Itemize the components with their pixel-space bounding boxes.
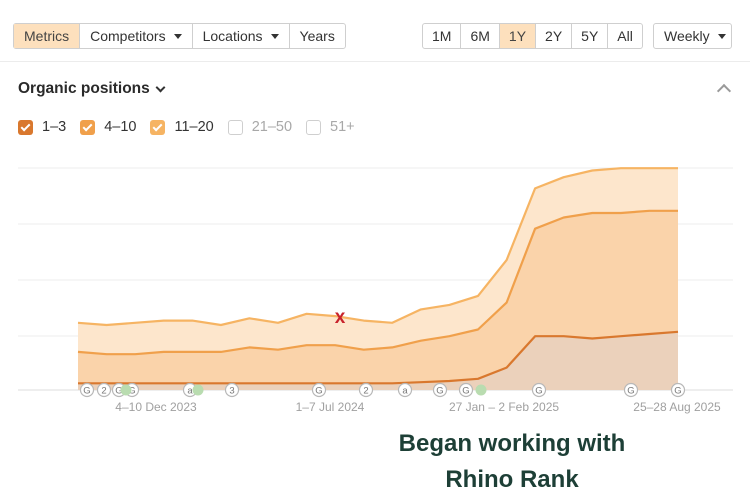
range-2y[interactable]: 2Y bbox=[536, 24, 573, 48]
checkbox-checked-icon[interactable] bbox=[80, 119, 96, 135]
event-marker-label: G bbox=[674, 386, 681, 397]
range-label: All bbox=[617, 28, 633, 44]
section-title-text: Organic positions bbox=[18, 80, 150, 97]
toolbar: Metrics Competitors Locations Years 1M 6… bbox=[0, 0, 750, 62]
legend-label: 21–50 bbox=[251, 119, 293, 135]
checkbox-checked-icon[interactable] bbox=[150, 119, 166, 135]
event-marker-label: 2 bbox=[101, 386, 106, 397]
range-label: 2Y bbox=[545, 28, 563, 44]
event-marker-label: G bbox=[315, 386, 322, 397]
view-tabs: Metrics Competitors Locations Years bbox=[13, 23, 346, 49]
legend-label: 4–10 bbox=[104, 119, 137, 135]
interval-select[interactable]: Weekly bbox=[653, 23, 732, 49]
range-all[interactable]: All bbox=[608, 24, 642, 48]
legend-item-51-plus[interactable]: 51+ bbox=[306, 119, 355, 135]
event-marker-label: G bbox=[436, 386, 443, 397]
annotation-line-1: Began working with bbox=[398, 430, 626, 457]
event-marker-label: G bbox=[535, 386, 542, 397]
x-tick-label: 27 Jan – 2 Feb 2025 bbox=[449, 400, 559, 414]
legend-item-4-10[interactable]: 4–10 bbox=[80, 119, 136, 135]
annotation-callout: Began working with Rhino Rank bbox=[382, 426, 642, 498]
event-marker-label: 2 bbox=[363, 386, 368, 397]
x-tick-label: 25–28 Aug 2025 bbox=[633, 400, 721, 414]
range-label: 5Y bbox=[581, 28, 599, 44]
legend: 1–3 4–10 11–20 21–50 51+ bbox=[18, 119, 355, 135]
legend-label: 11–20 bbox=[174, 119, 214, 135]
x-tick-label: 4–10 Dec 2023 bbox=[115, 400, 197, 414]
checkbox-unchecked-icon[interactable] bbox=[306, 119, 322, 135]
legend-item-1-3[interactable]: 1–3 bbox=[18, 119, 66, 135]
section-title[interactable]: Organic positions bbox=[18, 80, 166, 98]
legend-label: 1–3 bbox=[42, 119, 67, 135]
caret-down-icon bbox=[270, 33, 279, 39]
event-marker-label: G bbox=[627, 386, 634, 397]
tab-locations[interactable]: Locations bbox=[193, 24, 290, 48]
interval-label: Weekly bbox=[664, 28, 710, 44]
event-marker-label: G bbox=[462, 386, 469, 397]
event-marker-label: G bbox=[83, 386, 90, 397]
range-label: 1M bbox=[432, 28, 452, 44]
organic-positions-chart: G2GGa3G2aGGGGG 4–10 Dec 2023 1–7 Jul 2024… bbox=[18, 167, 733, 414]
tab-years[interactable]: Years bbox=[290, 24, 345, 48]
tab-competitors[interactable]: Competitors bbox=[80, 24, 193, 48]
caret-down-icon bbox=[173, 33, 182, 39]
chevron-down-icon bbox=[155, 82, 166, 92]
tab-label: Locations bbox=[202, 28, 263, 44]
highlight-x-icon: x bbox=[335, 307, 346, 328]
checkbox-checked-icon[interactable] bbox=[18, 119, 33, 135]
tab-label: Competitors bbox=[90, 28, 166, 44]
range-6m[interactable]: 6M bbox=[461, 24, 500, 48]
range-tabs: 1M 6M 1Y 2Y 5Y All bbox=[422, 23, 643, 49]
event-dot bbox=[192, 384, 204, 396]
legend-label: 51+ bbox=[330, 119, 355, 135]
x-tick-label: 1–7 Jul 2024 bbox=[296, 400, 365, 414]
legend-item-21-50[interactable]: 21–50 bbox=[227, 119, 293, 135]
event-marker-label: a bbox=[187, 386, 193, 397]
range-1m[interactable]: 1M bbox=[423, 24, 462, 48]
event-dot bbox=[475, 384, 487, 396]
annotation-line-2: Rhino Rank bbox=[445, 466, 579, 493]
range-label: 1Y bbox=[508, 28, 527, 44]
range-1y[interactable]: 1Y bbox=[499, 24, 537, 48]
range-label: 6M bbox=[470, 28, 490, 44]
legend-item-11-20[interactable]: 11–20 bbox=[150, 119, 214, 135]
event-dot bbox=[120, 384, 132, 396]
range-5y[interactable]: 5Y bbox=[572, 24, 609, 48]
tab-metrics[interactable]: Metrics bbox=[14, 24, 81, 48]
tab-label: Years bbox=[299, 28, 335, 44]
event-marker-label: 3 bbox=[229, 386, 234, 397]
chevron-up-icon[interactable] bbox=[716, 83, 732, 99]
checkbox-unchecked-icon[interactable] bbox=[227, 119, 243, 135]
caret-down-icon bbox=[717, 33, 726, 39]
tab-label: Metrics bbox=[24, 28, 70, 44]
event-marker-label: a bbox=[402, 386, 408, 397]
